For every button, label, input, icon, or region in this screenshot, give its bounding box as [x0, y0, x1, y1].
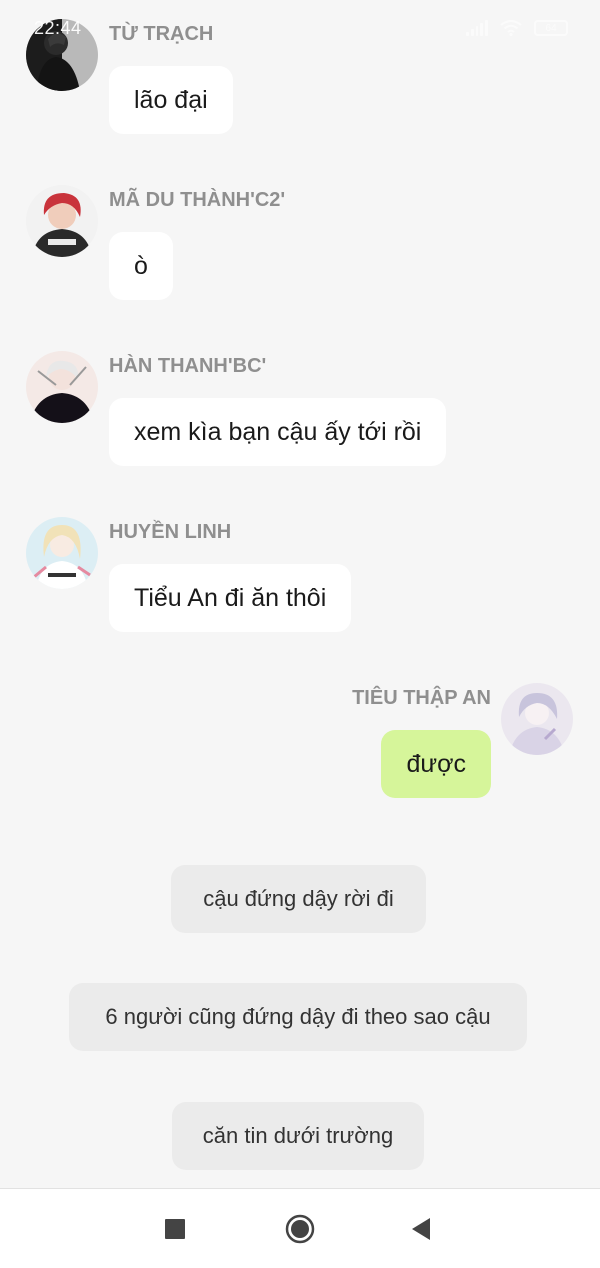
sender-name: HÀN THANH'BC' — [109, 355, 267, 377]
back-icon — [412, 1218, 430, 1240]
avatar[interactable] — [501, 683, 573, 755]
sender-name: TIÊU THẬP AN — [352, 687, 491, 709]
sender-name: HUYỀN LINH — [109, 521, 232, 543]
wifi-icon — [500, 20, 522, 36]
avatar[interactable] — [26, 517, 98, 589]
navigation-bar — [0, 1188, 600, 1268]
back-button[interactable] — [401, 1209, 441, 1249]
status-time: 22:44 — [34, 18, 82, 38]
status-icons: 64 — [466, 20, 568, 36]
system-message: 6 người cũng đứng dậy đi theo sao cậu — [69, 983, 527, 1051]
status-bar: 22:44 64 — [0, 0, 600, 60]
message-bubble[interactable]: lão đại — [109, 66, 233, 134]
home-icon — [285, 1214, 315, 1244]
home-button[interactable] — [280, 1209, 320, 1249]
avatar[interactable] — [26, 351, 98, 423]
recent-apps-icon — [165, 1219, 185, 1239]
recent-apps-button[interactable] — [155, 1209, 195, 1249]
battery-icon: 64 — [534, 20, 568, 36]
message-bubble[interactable]: được — [381, 730, 491, 798]
message-bubble[interactable]: ò — [109, 232, 173, 300]
system-message: cậu đứng dậy rời đi — [171, 865, 426, 933]
system-message: căn tin dưới trường — [172, 1102, 424, 1170]
signal-icon — [466, 20, 488, 36]
avatar[interactable] — [26, 185, 98, 257]
sender-name: MÃ DU THÀNH'C2' — [109, 189, 286, 211]
message-bubble[interactable]: xem kìa bạn cậu ấy tới rồi — [109, 398, 447, 466]
message-bubble[interactable]: Tiểu An đi ăn thôi — [109, 564, 352, 632]
